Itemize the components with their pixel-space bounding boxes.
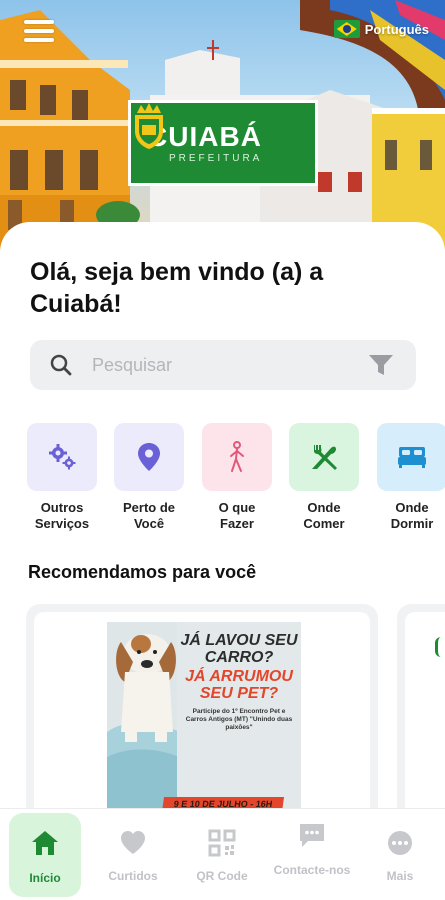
category-label: Onde Dormir: [390, 500, 434, 531]
hamburger-line: [24, 38, 54, 42]
hamburger-line: [24, 20, 54, 24]
home-icon: [32, 831, 58, 855]
welcome-heading: Olá, seja bem vindo (a) a Cuiabá!: [30, 258, 324, 318]
filter-icon[interactable]: [368, 353, 394, 377]
poster-headline-2: JÁ ARRUMOU SEU PET?: [185, 668, 293, 702]
category-label: Perto de Você: [122, 500, 175, 531]
recommendation-card[interactable]: JÁ LAVOU SEU CARRO? JÁ ARRUMOU SEU PET? …: [26, 604, 378, 834]
menu-button[interactable]: [24, 20, 54, 42]
hero-banner: Português CUIABÁ PREFEITURA: [0, 0, 445, 250]
category-label: O que Fazer: [218, 500, 256, 531]
nav-label: QR Code: [196, 869, 248, 883]
event-poster: JÁ LAVOU SEU CARRO? JÁ ARRUMOU SEU PET? …: [107, 622, 301, 812]
card-body: [405, 612, 445, 834]
search-icon: [50, 354, 72, 376]
city-logo: CUIABÁ PREFEITURA: [128, 100, 318, 186]
nav-contacte-nos[interactable]: Contacte-nos: [274, 813, 350, 897]
poster-details: Participe do 1º Encontro Pet e Carros An…: [185, 708, 293, 731]
nav-mais[interactable]: Mais: [364, 813, 436, 897]
category-onde-comer[interactable]: Onde Comer: [289, 423, 359, 532]
nav-label: Início: [29, 871, 61, 885]
search-bar[interactable]: [30, 340, 416, 390]
bed-icon: [398, 447, 426, 468]
search-input[interactable]: [92, 354, 342, 376]
category-outros-servicos[interactable]: Outros Serviços: [27, 423, 97, 532]
category-icon-box: [114, 423, 184, 491]
category-icon-box: [289, 423, 359, 491]
brazil-flag-icon: [333, 20, 360, 38]
content-sheet: Olá, seja bem vindo (a) a Cuiabá! Pesqui…: [0, 222, 445, 834]
recommendations-title: Recomendamos para você: [28, 562, 257, 582]
poster-headline-1: JÁ LAVOU SEU CARRO?: [180, 632, 298, 666]
nav-inicio[interactable]: Início: [9, 813, 81, 897]
heart-icon: [121, 831, 145, 854]
category-icon-box: [27, 423, 97, 491]
category-onde-dormir[interactable]: Onde Dormir: [377, 423, 445, 532]
qr-code-icon: [208, 829, 236, 857]
bottom-navigation: Início Curtidos QR Code Contacte-nos Mai…: [0, 808, 445, 900]
category-label: Onde Comer: [303, 500, 345, 531]
crest-icon: [135, 103, 163, 149]
nav-curtidos[interactable]: Curtidos: [97, 813, 169, 897]
category-icon-box: [377, 423, 445, 491]
category-perto-de-voce[interactable]: Perto de Você: [114, 423, 184, 532]
recommendation-card[interactable]: [397, 604, 445, 834]
nav-label: Mais: [386, 869, 414, 883]
category-o-que-fazer[interactable]: O que Fazer: [202, 423, 272, 532]
more-icon: [388, 831, 412, 855]
poster-text-panel: JÁ LAVOU SEU CARRO? JÁ ARRUMOU SEU PET? …: [177, 622, 301, 812]
logo-subtitle: PREFEITURA: [169, 152, 263, 164]
app-screen: Português CUIABÁ PREFEITURA Olá, seja be…: [0, 0, 445, 900]
category-icon-box: [202, 423, 272, 491]
language-label: Português: [364, 21, 429, 37]
nav-qr-code[interactable]: QR Code: [186, 813, 258, 897]
nav-label: Contacte-nos: [273, 863, 351, 877]
category-shortcuts: Outros Serviços Perto de Você O que Faze…: [27, 423, 445, 543]
fork-knife-icon: [312, 445, 337, 470]
hamburger-line: [24, 29, 54, 33]
card-body: JÁ LAVOU SEU CARRO? JÁ ARRUMOU SEU PET? …: [34, 612, 370, 834]
language-selector[interactable]: Português: [333, 20, 429, 38]
recommendations-carousel: JÁ LAVOU SEU CARRO? JÁ ARRUMOU SEU PET? …: [0, 604, 445, 834]
nav-label: Curtidos: [108, 869, 158, 883]
category-label: Outros Serviços: [34, 500, 90, 531]
gears-icon: [49, 444, 76, 470]
chat-icon: [300, 824, 324, 847]
walking-person-icon: [230, 441, 244, 472]
location-pin-icon: [138, 443, 160, 471]
card-logo-fragment: [435, 637, 445, 657]
